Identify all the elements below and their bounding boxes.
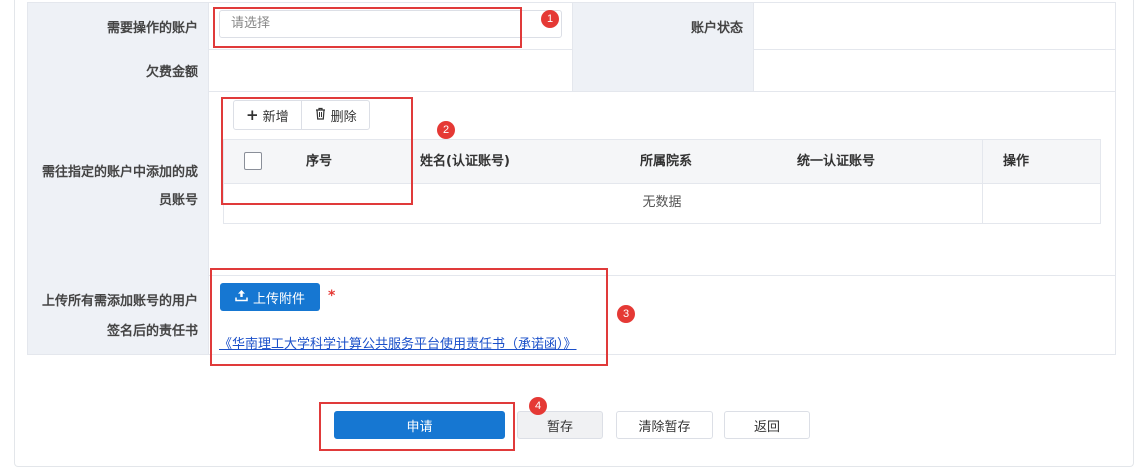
annotation-badge-4: 4 — [529, 397, 547, 415]
annotation-badge-1: 1 — [541, 10, 559, 28]
members-label-line2: 员账号 — [158, 193, 198, 208]
annotation-badge-2: 2 — [437, 121, 455, 139]
annotation-box-1 — [213, 7, 522, 48]
upload-label-line1: 上传所有需添加账号的用户 — [41, 294, 198, 309]
clear-draft-button[interactable]: 清除暂存 — [616, 411, 713, 439]
account-row: 需要操作的账户 请选择 账户状态 — [27, 3, 1116, 50]
arrears-spacer — [572, 49, 754, 91]
arrears-label: 欠费金额 — [27, 49, 209, 91]
back-button[interactable]: 返回 — [724, 411, 810, 439]
arrears-row: 欠费金额 — [27, 49, 1116, 92]
col-department: 所属院系 — [640, 154, 693, 169]
account-label: 需要操作的账户 — [27, 3, 209, 49]
upload-label-line2: 签名后的责任书 — [106, 324, 198, 339]
col-name: 姓名(认证账号) — [420, 154, 510, 169]
col-auth-account: 统一认证账号 — [797, 154, 876, 169]
upload-label: 上传所有需添加账号的用户 签名后的责任书 — [27, 275, 209, 354]
save-draft-button[interactable]: 暂存 — [517, 411, 603, 439]
members-label-line1: 需往指定的账户中添加的成 — [41, 165, 198, 180]
annotation-box-3 — [210, 268, 608, 366]
status-label: 账户状态 — [572, 3, 754, 49]
members-label: 需往指定的账户中添加的成 员账号 — [27, 91, 209, 275]
annotation-box-4 — [319, 402, 515, 451]
annotation-badge-3: 3 — [617, 305, 635, 323]
annotation-box-2 — [221, 97, 413, 205]
account-form: 需要操作的账户 请选择 账户状态 欠费金额 需往指定的账户中添加的成 员账号 上… — [27, 2, 1116, 355]
